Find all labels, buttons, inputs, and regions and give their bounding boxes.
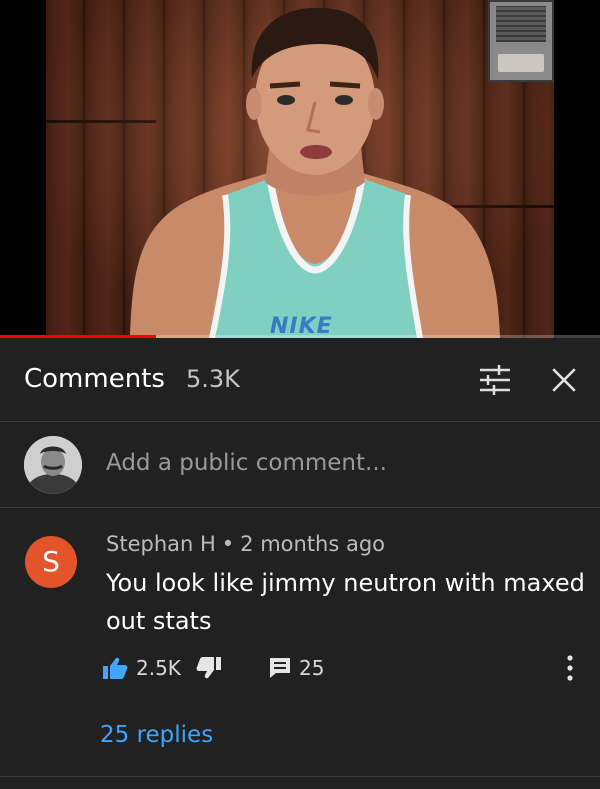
- add-comment-input[interactable]: Add a public comment...: [106, 450, 387, 476]
- like-count: 2.5K: [136, 656, 181, 680]
- vertical-ellipsis-icon: [567, 655, 573, 681]
- comments-title: Comments: [24, 364, 165, 394]
- close-icon[interactable]: [550, 366, 578, 394]
- meta-separator: •: [221, 532, 235, 556]
- commenter-avatar[interactable]: S: [25, 536, 77, 588]
- comment-text: You look like jimmy neutron with maxed o…: [106, 569, 585, 635]
- thumbs-down-icon: [196, 657, 221, 679]
- reply-comment-icon: [270, 658, 290, 678]
- comment-author[interactable]: Stephan H: [106, 532, 216, 556]
- dislike-button[interactable]: [196, 650, 222, 686]
- thumbs-up-icon: [103, 657, 128, 679]
- reply-button[interactable]: [268, 650, 292, 686]
- sort-filter-icon[interactable]: [478, 364, 512, 396]
- user-avatar: [24, 436, 82, 494]
- view-replies-link[interactable]: 25 replies: [100, 722, 213, 748]
- like-button[interactable]: [102, 650, 128, 686]
- reply-count: 25: [299, 656, 325, 680]
- person-in-video: [130, 7, 500, 338]
- comments-header: Comments 5.3K: [0, 338, 600, 422]
- divider: [0, 776, 600, 777]
- comment-actions: 2.5K 25: [102, 650, 592, 686]
- comment-time: 2 months ago: [240, 532, 386, 556]
- comment-item: S Stephan H • 2 months ago You look like j…: [0, 508, 600, 776]
- comment-meta: Stephan H • 2 months ago: [106, 532, 385, 556]
- comments-count: 5.3K: [186, 365, 240, 393]
- more-options-button[interactable]: [564, 650, 576, 686]
- add-comment-row: Add a public comment...: [0, 422, 600, 508]
- video-player[interactable]: NIKE: [0, 0, 600, 338]
